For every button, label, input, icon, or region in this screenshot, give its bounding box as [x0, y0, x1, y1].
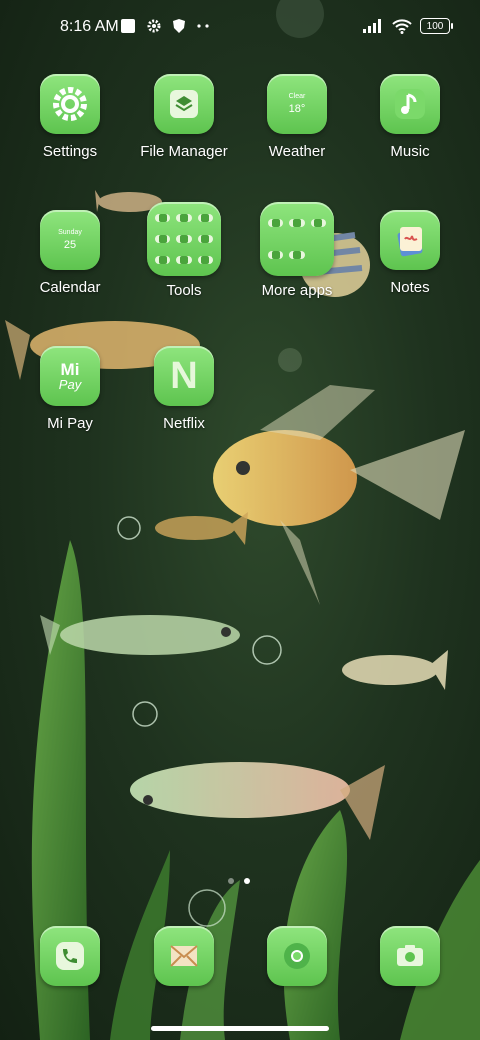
- camera-icon: [380, 926, 440, 986]
- page-dot-active[interactable]: [244, 878, 250, 884]
- page-indicator: [228, 878, 250, 884]
- mini-app-icon: [176, 256, 192, 265]
- app-settings[interactable]: Settings: [15, 74, 125, 160]
- phone-icon: [40, 926, 100, 986]
- gallery-icon: [121, 19, 135, 33]
- app-notes[interactable]: Notes: [355, 210, 465, 296]
- mini-app-icon: [176, 234, 192, 243]
- app-label: File Manager: [140, 143, 228, 160]
- mini-app-icon: [176, 213, 192, 222]
- app-label: Weather: [268, 143, 326, 160]
- mini-app-icon: [197, 256, 213, 265]
- signal-icon: [363, 19, 381, 33]
- wifi-icon: [392, 19, 412, 34]
- calendar-icon: Sunday 25: [40, 210, 100, 270]
- more-icon: [197, 24, 209, 28]
- mi-pay-icon: Mi Pay: [40, 346, 100, 406]
- bubble: [188, 889, 226, 927]
- plant-leaf: [283, 810, 348, 1040]
- dock-chrome[interactable]: [242, 926, 352, 986]
- app-calendar[interactable]: Sunday 25 Calendar: [15, 210, 125, 296]
- page-dot[interactable]: [228, 878, 234, 884]
- mini-app-icon: [197, 234, 213, 243]
- mini-app-icon: [155, 234, 171, 243]
- bubble: [278, 348, 302, 372]
- app-label: Netflix: [163, 415, 205, 432]
- layers-icon: [154, 74, 214, 134]
- music-note-icon: [380, 74, 440, 134]
- chrome-icon: [267, 926, 327, 986]
- bubble: [252, 635, 282, 665]
- mini-app-icon: [268, 219, 284, 227]
- netflix-logo: N: [170, 354, 198, 397]
- fish: [130, 762, 385, 840]
- weather-temperature: 18°: [288, 103, 306, 115]
- app-music[interactable]: Music: [355, 74, 465, 160]
- mini-app-icon: [289, 251, 305, 259]
- fish: [213, 385, 465, 605]
- folder-tools[interactable]: Tools: [129, 202, 239, 299]
- battery-level: 100: [426, 20, 444, 32]
- weather-icon: Clear 18°: [267, 74, 327, 134]
- home-indicator[interactable]: [151, 1026, 329, 1031]
- mini-app-icon: [155, 256, 171, 265]
- folder-icon: [260, 202, 334, 276]
- bubble: [117, 516, 141, 540]
- fish: [40, 615, 240, 655]
- notification-icons: [120, 18, 210, 34]
- netflix-icon: N: [154, 346, 214, 406]
- app-label: Calendar: [39, 279, 101, 296]
- gear-icon: [147, 19, 161, 33]
- app-label: Settings: [42, 143, 98, 160]
- mini-app-icon: [155, 213, 171, 222]
- fish: [342, 650, 448, 690]
- app-file-manager[interactable]: File Manager: [129, 74, 239, 160]
- fish: [155, 512, 248, 545]
- shield-icon: [173, 19, 185, 33]
- app-label: Music: [390, 143, 430, 160]
- app-mi-pay[interactable]: Mi Pay Mi Pay: [15, 346, 125, 432]
- bubble: [132, 701, 158, 727]
- dock-camera[interactable]: [355, 926, 465, 986]
- mini-app-icon: [289, 219, 305, 227]
- notes-icon: [380, 210, 440, 270]
- gear-icon: [40, 74, 100, 134]
- system-icons: 100: [362, 18, 453, 34]
- mini-app-icon: [310, 219, 326, 227]
- dock-messages[interactable]: [129, 926, 239, 986]
- app-weather[interactable]: Clear 18° Weather: [242, 74, 352, 160]
- weather-condition: Clear: [288, 93, 306, 100]
- dock-phone[interactable]: [15, 926, 125, 986]
- app-netflix[interactable]: N Netflix: [129, 346, 239, 432]
- app-label: Mi Pay: [47, 415, 93, 432]
- folder-label: Tools: [166, 282, 202, 299]
- status-bar: 8:16 AM 100: [0, 0, 480, 56]
- mi-pay-logo-top: Mi: [60, 360, 80, 379]
- app-label: Notes: [390, 279, 430, 296]
- folder-more-apps[interactable]: More apps: [242, 202, 352, 299]
- calendar-date: 25: [63, 239, 77, 251]
- mi-pay-logo-bottom: Pay: [58, 377, 82, 392]
- mini-app-icon: [197, 213, 213, 222]
- battery-indicator: 100: [420, 18, 453, 34]
- mini-app-icon: [268, 251, 284, 259]
- folder-label: More apps: [261, 282, 333, 299]
- messages-icon: [154, 926, 214, 986]
- calendar-day: Sunday: [58, 229, 82, 236]
- folder-icon: [147, 202, 221, 276]
- clock: 8:16 AM: [60, 18, 119, 35]
